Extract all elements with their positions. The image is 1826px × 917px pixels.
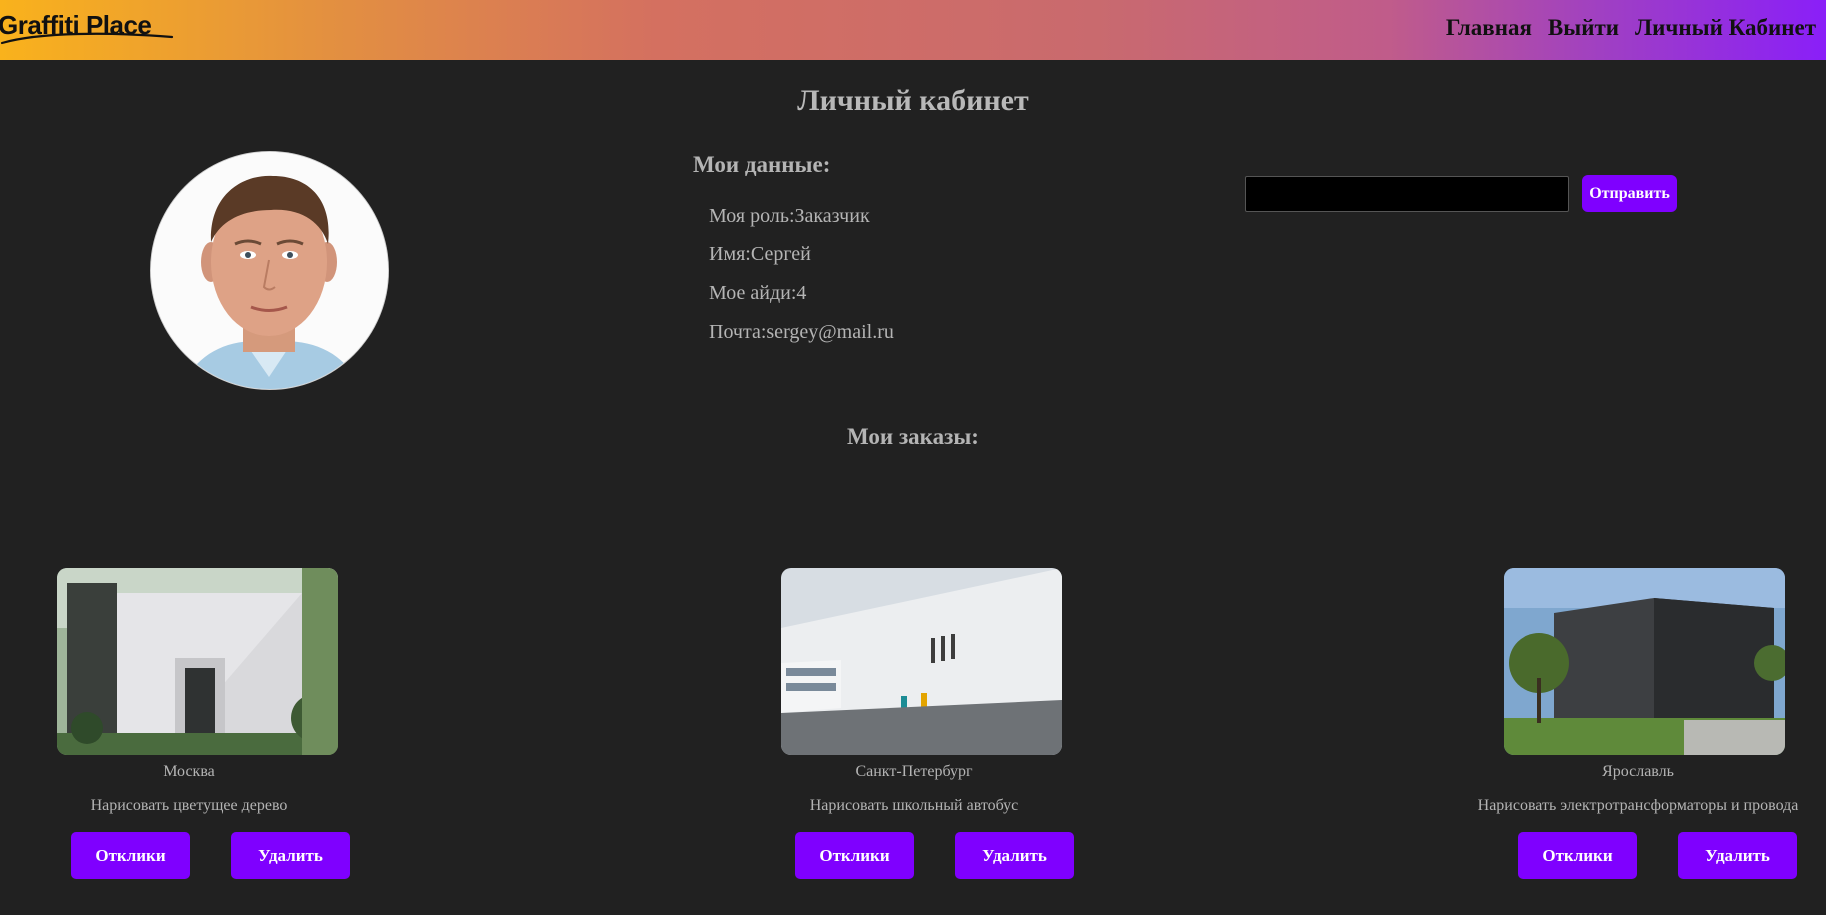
avatar-portrait-image xyxy=(151,152,388,389)
nav-home-link[interactable]: Главная xyxy=(1446,15,1532,41)
main-nav: Главная Выйти Личный Кабинет xyxy=(1446,15,1816,41)
header: Graffiti Place Главная Выйти Личный Каби… xyxy=(0,0,1826,60)
nav-logout-link[interactable]: Выйти xyxy=(1548,15,1619,41)
page-title: Личный кабинет xyxy=(797,84,1029,117)
profile-id: Мое айди:4 xyxy=(709,282,807,304)
delete-button[interactable]: Удалить xyxy=(1678,832,1797,879)
responses-button[interactable]: Отклики xyxy=(1518,832,1637,879)
logo-swoosh-icon xyxy=(0,32,174,45)
order-image xyxy=(781,568,1062,755)
order-task: Нарисовать школьный автобус xyxy=(809,797,1019,814)
nav-account-link[interactable]: Личный Кабинет xyxy=(1635,15,1816,41)
order-image xyxy=(57,568,338,755)
order-task: Нарисовать электротрансформаторы и прово… xyxy=(1477,797,1799,814)
order-city: Санкт-Петербург xyxy=(855,763,973,780)
order-task: Нарисовать цветущее дерево xyxy=(90,797,288,814)
order-city: Москва xyxy=(163,763,215,780)
avatar xyxy=(151,152,388,389)
profile-name: Имя:Сергей xyxy=(709,243,811,265)
profile-role: Моя роль:Заказчик xyxy=(709,205,870,227)
orders-section-title: Мои заказы: xyxy=(847,424,979,449)
text-input[interactable] xyxy=(1245,176,1569,212)
profile-email: Почта:sergey@mail.ru xyxy=(709,321,894,343)
order-city: Ярославль xyxy=(1602,763,1674,780)
send-button[interactable]: Отправить xyxy=(1582,175,1677,212)
page: Graffiti Place Главная Выйти Личный Каби… xyxy=(0,0,1826,917)
delete-button[interactable]: Удалить xyxy=(231,832,350,879)
profile-section-title: Мои данные: xyxy=(693,152,831,177)
order-image xyxy=(1504,568,1785,755)
delete-button[interactable]: Удалить xyxy=(955,832,1074,879)
responses-button[interactable]: Отклики xyxy=(795,832,914,879)
responses-button[interactable]: Отклики xyxy=(71,832,190,879)
